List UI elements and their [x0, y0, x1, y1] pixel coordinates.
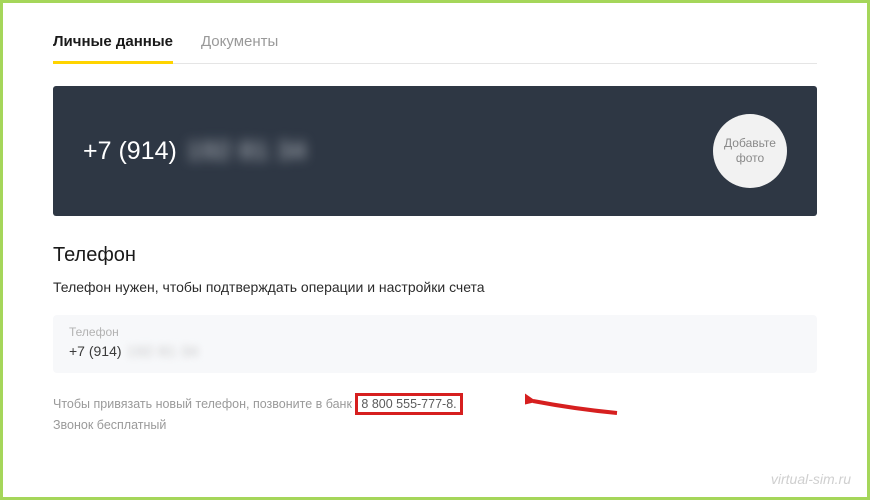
profile-hero: +7 (914) 192 81 34 Добавьте фото	[53, 86, 817, 216]
note-line2: Звонок бесплатный	[53, 418, 166, 432]
annotation-arrow-icon	[525, 391, 620, 421]
section-title-phone: Телефон	[53, 244, 817, 267]
note-text-before: Чтобы привязать новый телефон, позвоните…	[53, 397, 355, 411]
tabs: Личные данные Документы	[53, 23, 817, 64]
phone-display-box: Телефон +7 (914) 192 81 34	[53, 315, 817, 373]
section-description: Телефон нужен, чтобы подтверждать операц…	[53, 279, 817, 295]
phone-box-prefix: +7 (914)	[69, 343, 122, 359]
support-note: Чтобы привязать новый телефон, позвоните…	[53, 393, 817, 435]
tab-personal-data[interactable]: Личные данные	[53, 23, 173, 63]
tab-documents[interactable]: Документы	[201, 23, 278, 63]
support-phone-highlight: 8 800 555-777-8.	[355, 393, 462, 415]
hero-phone-prefix: +7 (914)	[83, 137, 177, 166]
add-photo-label: Добавьте фото	[713, 136, 787, 166]
phone-box-label: Телефон	[69, 325, 801, 339]
phone-box-value: +7 (914) 192 81 34	[69, 343, 801, 359]
phone-box-masked: 192 81 34	[128, 343, 199, 359]
hero-phone-masked: 192 81 34	[187, 137, 307, 166]
add-photo-button[interactable]: Добавьте фото	[713, 114, 787, 188]
watermark: virtual-sim.ru	[771, 471, 851, 487]
hero-phone-number: +7 (914) 192 81 34	[83, 137, 307, 166]
